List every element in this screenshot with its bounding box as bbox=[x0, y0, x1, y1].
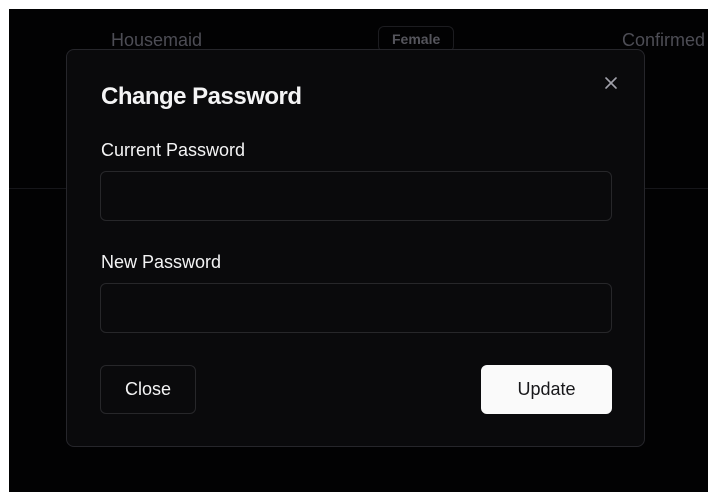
current-password-label: Current Password bbox=[101, 140, 246, 160]
change-password-dialog: Change Password Current Password New Pas… bbox=[66, 49, 645, 447]
new-password-input[interactable] bbox=[100, 283, 612, 333]
app-viewport: Housemaid Female Confirmed Change Passwo… bbox=[9, 9, 708, 492]
status-cell: Confirmed bbox=[622, 30, 706, 50]
role-cell: Housemaid bbox=[111, 30, 203, 50]
current-password-input[interactable] bbox=[100, 171, 612, 221]
close-icon[interactable] bbox=[600, 72, 622, 94]
close-button[interactable]: Close bbox=[100, 365, 196, 414]
update-button[interactable]: Update bbox=[481, 365, 612, 414]
dialog-title: Change Password bbox=[101, 83, 302, 110]
new-password-label: New Password bbox=[101, 252, 222, 272]
